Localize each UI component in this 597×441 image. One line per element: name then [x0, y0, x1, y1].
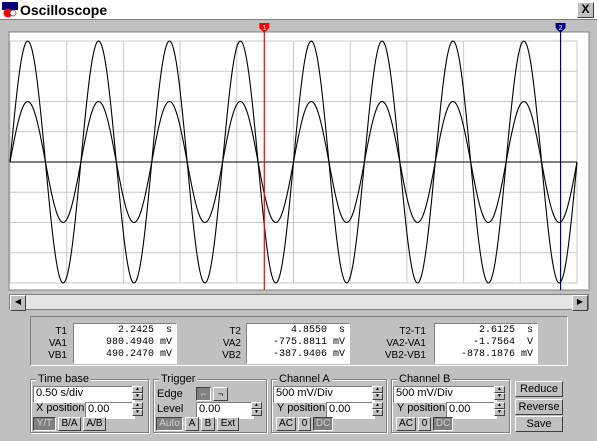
channel-a-zero-button[interactable]: 0: [298, 417, 311, 431]
readout-value: -878.1876 mV: [460, 349, 533, 360]
readout-box-delta: 2.6125 s -1.7564 V -878.1876 mV: [434, 323, 538, 364]
spin-up-icon[interactable]: ▲: [372, 402, 383, 409]
xpos-label: X position: [36, 402, 85, 414]
channel-b-zero-button[interactable]: 0: [418, 417, 431, 431]
mode-yt-button[interactable]: Y/T: [33, 417, 56, 431]
channel-a-ypos-label: Y position: [277, 402, 326, 414]
readout-label: T2-T1: [399, 326, 426, 337]
falling-edge-icon[interactable]: ¬: [213, 387, 228, 401]
spin-down-icon[interactable]: ▼: [372, 409, 383, 416]
edge-label: Edge: [157, 388, 183, 400]
close-button[interactable]: X: [577, 2, 594, 18]
channel-b-ypos-spinner[interactable]: ▲ ▼: [494, 402, 505, 417]
trigger-auto-button[interactable]: Auto: [156, 417, 183, 431]
trigger-a-button[interactable]: A: [185, 417, 199, 431]
mode-ba-button[interactable]: B/A: [58, 417, 81, 431]
timebase-group: Time base 0.50 s/div ▲ ▼ X position 0.00 …: [30, 373, 149, 433]
channel-b-group: Channel B 500 mV/Div ▲ ▼ Y position 0.00 …: [391, 373, 510, 433]
channel-a-title: Channel A: [277, 373, 332, 385]
readout-label: VA1: [48, 338, 67, 349]
timebase-spinner[interactable]: ▲ ▼: [132, 386, 143, 401]
readout-value: 2.6125 s: [478, 325, 533, 336]
readout-value: -775.8811 mV: [272, 337, 345, 348]
scroll-left-icon[interactable]: ◀: [10, 295, 26, 311]
readout-box-t2: 4.8550 s -775.8811 mV -387.9406 mV: [246, 323, 350, 364]
channel-b-ypos-input[interactable]: 0.00: [446, 402, 497, 419]
readout-label: T1: [55, 326, 67, 337]
window-title: Oscilloscope: [20, 2, 108, 18]
measurement-readout: T1 VA1 VB1 2.2425 s 980.4940 mV 490.2470…: [30, 316, 568, 366]
readout-label: VB2: [222, 350, 241, 361]
scroll-right-icon[interactable]: ▶: [572, 295, 588, 311]
trigger-title: Trigger: [159, 373, 198, 385]
reverse-button[interactable]: Reverse: [515, 399, 563, 415]
channel-b-title: Channel B: [397, 373, 453, 385]
readout-value: -1.7564 V: [472, 337, 533, 348]
save-button[interactable]: Save: [515, 416, 563, 432]
readout-label: VB1: [48, 350, 67, 361]
channel-b-scale-spinner[interactable]: ▲ ▼: [494, 386, 505, 401]
title-bar: Oscilloscope X: [0, 0, 597, 20]
channel-a-ypos-spinner[interactable]: ▲ ▼: [372, 402, 383, 417]
rising-edge-icon[interactable]: ⌐: [196, 387, 211, 401]
readout-value: -387.9406 mV: [272, 349, 345, 360]
readout-label: VA2: [222, 338, 241, 349]
spin-down-icon[interactable]: ▼: [132, 393, 143, 400]
trigger-ext-button[interactable]: Ext: [217, 417, 239, 431]
readout-label: VB2-VB1: [384, 350, 426, 361]
spin-up-icon[interactable]: ▲: [372, 386, 383, 393]
channel-a-ypos-input[interactable]: 0.00: [326, 402, 375, 419]
spin-up-icon[interactable]: ▲: [251, 402, 262, 409]
reduce-button[interactable]: Reduce: [515, 381, 563, 397]
horizontal-scrollbar[interactable]: ◀ ▶: [9, 294, 589, 311]
spin-up-icon[interactable]: ▲: [132, 402, 143, 409]
timebase-select[interactable]: 0.50 s/div: [33, 386, 135, 403]
channel-a-scale-spinner[interactable]: ▲ ▼: [372, 386, 383, 401]
spin-down-icon[interactable]: ▼: [372, 393, 383, 400]
xpos-spinner[interactable]: ▲ ▼: [132, 402, 143, 417]
app-icon: [2, 2, 18, 18]
graph-background: [8, 31, 590, 291]
cursor-t1-label: 1: [262, 25, 266, 32]
channel-a-ac-button[interactable]: AC: [276, 417, 296, 431]
channel-a-dc-button[interactable]: DC: [313, 417, 333, 431]
channel-a-scale-select[interactable]: 500 mV/Div: [273, 386, 375, 403]
spin-down-icon[interactable]: ▼: [494, 409, 505, 416]
spin-up-icon[interactable]: ▲: [132, 386, 143, 393]
spin-up-icon[interactable]: ▲: [494, 402, 505, 409]
trigger-level-spinner[interactable]: ▲ ▼: [251, 402, 262, 417]
readout-value: 4.8550 s: [290, 325, 345, 336]
readout-value: 2.2425 s: [117, 325, 172, 336]
readout-box-t1: 2.2425 s 980.4940 mV 490.2470 mV: [73, 323, 177, 364]
level-label: Level: [157, 403, 184, 415]
scope-display: 12: [0, 20, 597, 292]
spin-up-icon[interactable]: ▲: [494, 386, 505, 393]
channel-b-ac-button[interactable]: AC: [396, 417, 416, 431]
readout-label: T2: [229, 326, 241, 337]
cursor-t2-label: 2: [559, 25, 563, 32]
readout-label: VA2-VA1: [386, 338, 426, 349]
channel-b-ypos-label: Y position: [397, 402, 446, 414]
channel-a-group: Channel A 500 mV/Div ▲ ▼ Y position 0.00 …: [271, 373, 387, 433]
channel-b-scale-select[interactable]: 500 mV/Div: [393, 386, 497, 403]
oscilloscope-graph: 12: [8, 23, 590, 291]
readout-value: 490.2470 mV: [105, 349, 172, 360]
spin-down-icon[interactable]: ▼: [132, 409, 143, 416]
channel-b-dc-button[interactable]: DC: [433, 417, 453, 431]
trigger-b-button[interactable]: B: [201, 417, 215, 431]
spin-down-icon[interactable]: ▼: [494, 393, 505, 400]
readout-value: 980.4940 mV: [105, 337, 172, 348]
trigger-group: Trigger Edge ⌐ ¬ Level 0.00 ▲ ▼ Auto A B …: [153, 373, 267, 433]
timebase-title: Time base: [36, 373, 91, 385]
mode-ab-button[interactable]: A/B: [83, 417, 106, 431]
spin-down-icon[interactable]: ▼: [251, 409, 262, 416]
